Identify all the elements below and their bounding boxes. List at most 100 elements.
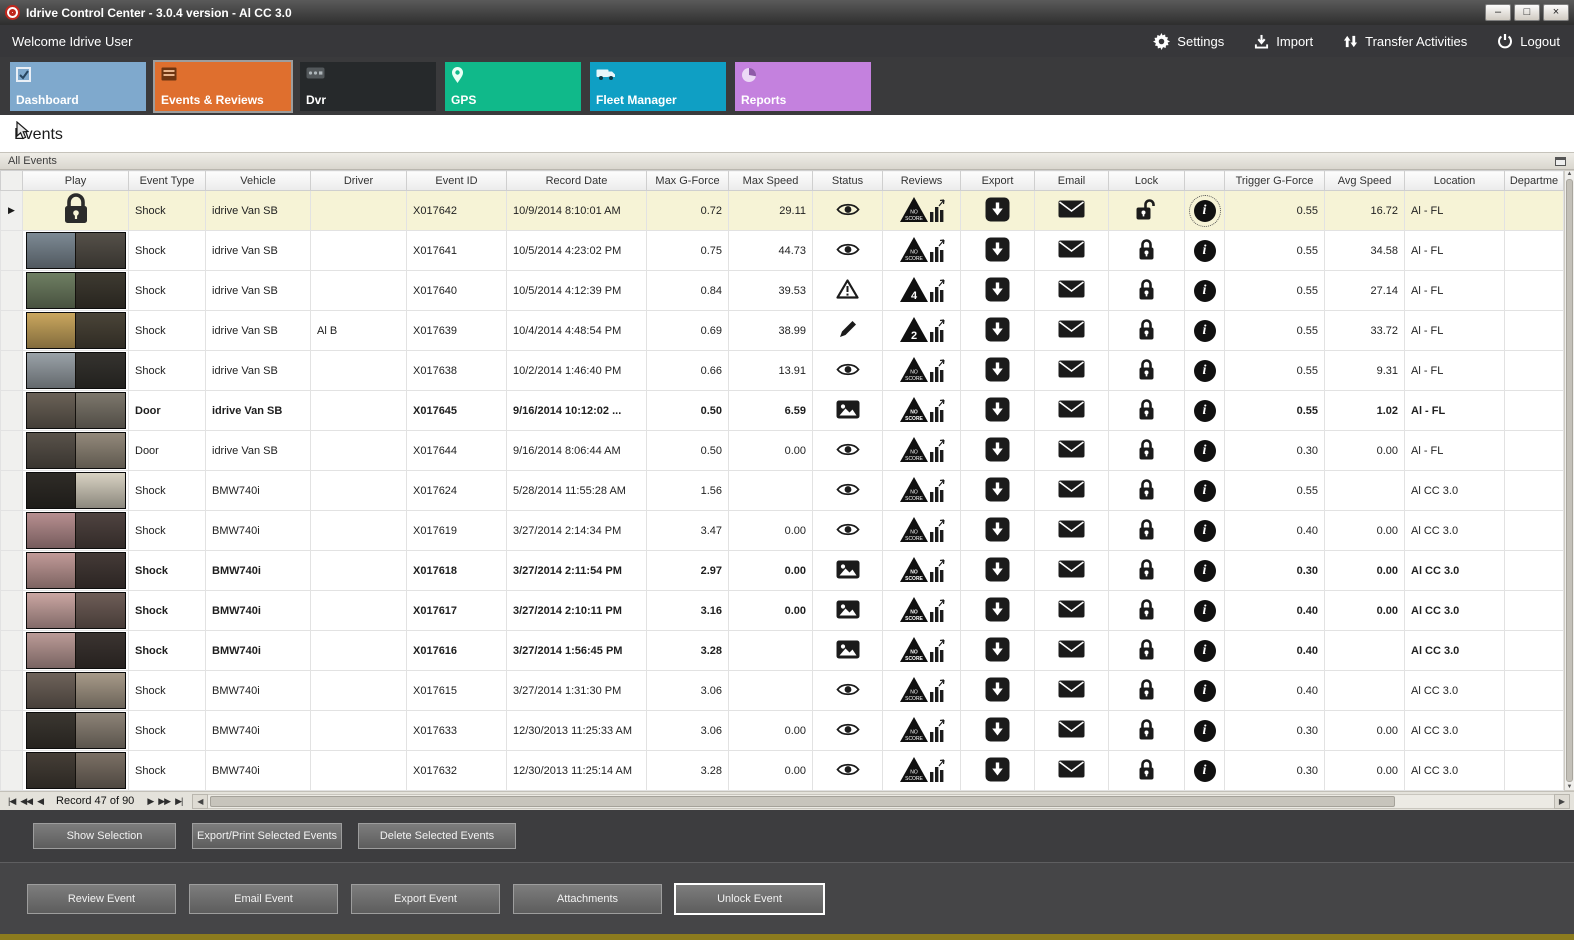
email-cell[interactable] xyxy=(1034,350,1109,391)
scroll-down-arrow[interactable]: ▼ xyxy=(1567,784,1573,790)
play-cell[interactable] xyxy=(22,630,129,671)
play-cell[interactable] xyxy=(22,350,129,391)
play-cell[interactable] xyxy=(22,590,129,631)
reviews-cell[interactable]: NO SCORE xyxy=(882,510,961,551)
column-header[interactable]: Vehicle xyxy=(205,170,311,191)
event-row[interactable]: Door idrive Van SB X017645 9/16/2014 10:… xyxy=(0,390,1564,431)
status-cell[interactable] xyxy=(812,750,883,791)
column-header[interactable]: Record Date xyxy=(506,170,647,191)
export-cell[interactable] xyxy=(960,470,1035,511)
row-indicator[interactable] xyxy=(0,750,23,791)
info-cell[interactable]: i xyxy=(1184,270,1225,311)
horizontal-scrollbar[interactable]: ◀ ▶ xyxy=(192,793,1570,809)
info-cell[interactable]: i xyxy=(1184,670,1225,711)
scroll-up-arrow[interactable]: ▲ xyxy=(1567,171,1573,177)
event-thumbnail[interactable] xyxy=(25,472,126,509)
maximize-button[interactable]: □ xyxy=(1514,4,1540,21)
row-indicator[interactable] xyxy=(0,350,23,391)
column-header[interactable] xyxy=(1184,170,1225,191)
play-cell[interactable] xyxy=(22,390,129,431)
info-cell[interactable]: i xyxy=(1184,350,1225,391)
info-cell[interactable]: i xyxy=(1184,310,1225,351)
lock-cell[interactable] xyxy=(1108,590,1185,631)
column-header[interactable]: Max G-Force xyxy=(646,170,729,191)
lock-cell[interactable] xyxy=(1108,350,1185,391)
email-cell[interactable] xyxy=(1034,590,1109,631)
status-cell[interactable] xyxy=(812,190,883,231)
email-cell[interactable] xyxy=(1034,390,1109,431)
reviews-cell[interactable]: NO SCORE xyxy=(882,710,961,751)
reviews-cell[interactable]: NO SCORE xyxy=(882,670,961,711)
tab-dashboard[interactable]: Dashboard xyxy=(10,62,146,111)
event-row[interactable]: Shock BMW740i X017633 12/30/2013 11:25:3… xyxy=(0,710,1564,751)
row-indicator[interactable] xyxy=(0,230,23,271)
email-cell[interactable] xyxy=(1034,470,1109,511)
row-indicator[interactable] xyxy=(0,390,23,431)
show-selection-button[interactable]: Show Selection xyxy=(33,823,176,849)
email-cell[interactable] xyxy=(1034,510,1109,551)
minimize-button[interactable]: – xyxy=(1485,4,1511,21)
lock-cell[interactable] xyxy=(1108,230,1185,271)
status-cell[interactable] xyxy=(812,230,883,271)
column-header[interactable]: Event ID xyxy=(406,170,507,191)
info-cell[interactable]: i xyxy=(1184,190,1225,231)
unlock-event-button[interactable]: Unlock Event xyxy=(675,883,824,914)
play-cell[interactable] xyxy=(22,470,129,511)
email-cell[interactable] xyxy=(1034,630,1109,671)
event-row[interactable]: Shock idrive Van SB X017638 10/2/2014 1:… xyxy=(0,350,1564,391)
event-thumbnail[interactable] xyxy=(25,512,126,549)
play-cell[interactable] xyxy=(22,670,129,711)
export-event-button[interactable]: Export Event xyxy=(351,883,500,914)
attachments-button[interactable]: Attachments xyxy=(513,883,662,914)
last-record-button[interactable]: ▶| xyxy=(175,796,183,807)
column-header[interactable]: Lock xyxy=(1108,170,1185,191)
export-print-selected-button[interactable]: Export/Print Selected Events xyxy=(192,823,342,849)
tab-gps[interactable]: GPS xyxy=(445,62,581,111)
lock-cell[interactable] xyxy=(1108,670,1185,711)
event-thumbnail[interactable] xyxy=(25,592,126,629)
export-cell[interactable] xyxy=(960,430,1035,471)
close-button[interactable]: × xyxy=(1543,4,1569,21)
status-cell[interactable] xyxy=(812,590,883,631)
email-cell[interactable] xyxy=(1034,750,1109,791)
lock-cell[interactable] xyxy=(1108,470,1185,511)
column-header[interactable]: Play xyxy=(22,170,129,191)
expand-panel-icon[interactable] xyxy=(1555,156,1566,166)
reviews-cell[interactable]: 2 xyxy=(882,310,961,351)
event-thumbnail[interactable] xyxy=(25,392,126,429)
email-cell[interactable] xyxy=(1034,430,1109,471)
email-cell[interactable] xyxy=(1034,230,1109,271)
column-header[interactable]: Departme xyxy=(1504,170,1564,191)
export-cell[interactable] xyxy=(960,710,1035,751)
status-cell[interactable] xyxy=(812,510,883,551)
status-cell[interactable] xyxy=(812,390,883,431)
event-thumbnail[interactable] xyxy=(25,552,126,589)
settings-button[interactable]: Settings xyxy=(1153,32,1224,50)
status-cell[interactable] xyxy=(812,710,883,751)
import-button[interactable]: Import xyxy=(1254,34,1313,49)
export-cell[interactable] xyxy=(960,670,1035,711)
reviews-cell[interactable]: NO SCORE xyxy=(882,430,961,471)
info-cell[interactable]: i xyxy=(1184,590,1225,631)
info-cell[interactable]: i xyxy=(1184,430,1225,471)
status-cell[interactable] xyxy=(812,430,883,471)
status-cell[interactable] xyxy=(812,550,883,591)
reviews-cell[interactable]: NO SCORE xyxy=(882,590,961,631)
scroll-right-arrow[interactable]: ▶ xyxy=(1554,793,1570,809)
review-event-button[interactable]: Review Event xyxy=(27,883,176,914)
reviews-cell[interactable]: NO SCORE xyxy=(882,190,961,231)
scroll-left-arrow[interactable]: ◀ xyxy=(192,793,209,809)
column-header[interactable]: Driver xyxy=(310,170,407,191)
lock-cell[interactable] xyxy=(1108,550,1185,591)
export-cell[interactable] xyxy=(960,630,1035,671)
info-cell[interactable]: i xyxy=(1184,630,1225,671)
row-indicator[interactable] xyxy=(0,550,23,591)
reviews-cell[interactable]: NO SCORE xyxy=(882,350,961,391)
column-header[interactable]: Email xyxy=(1034,170,1109,191)
export-cell[interactable] xyxy=(960,550,1035,591)
next-page-button[interactable]: ▶▶ xyxy=(158,796,171,807)
play-cell[interactable] xyxy=(22,270,129,311)
email-cell[interactable] xyxy=(1034,550,1109,591)
lock-cell[interactable] xyxy=(1108,750,1185,791)
delete-selected-button[interactable]: Delete Selected Events xyxy=(358,823,516,849)
